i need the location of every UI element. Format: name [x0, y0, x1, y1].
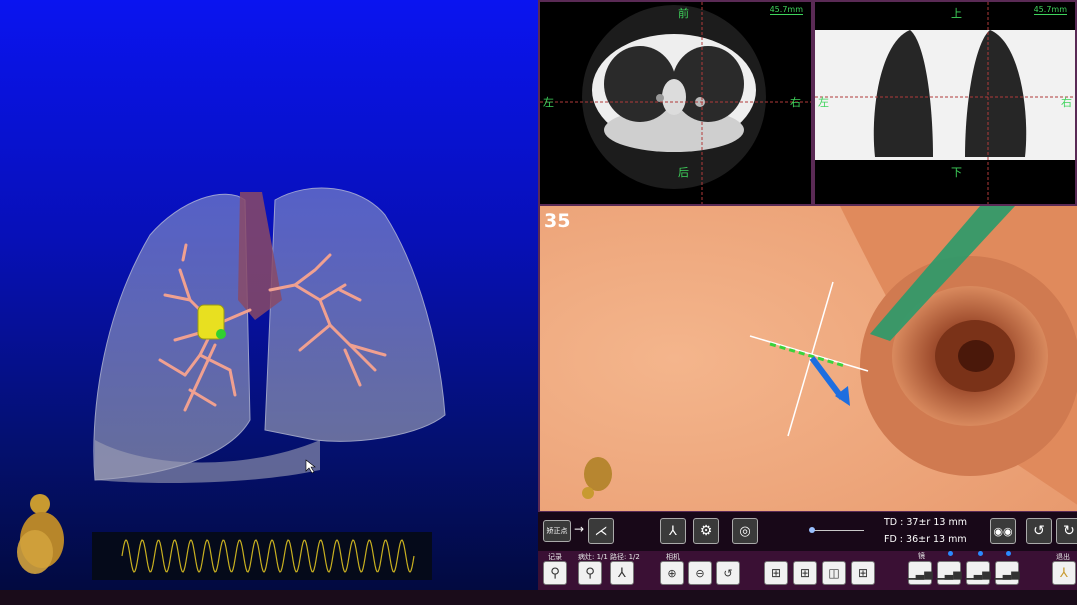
coronal-orient-left: 左: [818, 96, 829, 109]
td-measurement: TD : 37±r 13 mm: [884, 517, 967, 528]
rotate-ccw-icon: ↺: [1033, 523, 1045, 539]
function-toolbar: 记录 病灶: 1/1 路径: 1/2 ⚲ ⚲ ⅄ 相机 ⊕ ⊖ ↺ ⊞ ⊞ ◫ …: [538, 551, 1077, 590]
rotate-right-button[interactable]: ↻: [1056, 518, 1077, 544]
frame-number: 35: [544, 210, 571, 232]
scope-level-4-button[interactable]: ▁▃▅: [994, 561, 1020, 585]
layout-grid-icon: ⊞: [799, 566, 811, 580]
target-button[interactable]: ◎: [732, 518, 758, 544]
coronal-scale-label: 45.7mm: [1033, 5, 1067, 15]
map-pin-icon: ⚲: [550, 565, 560, 581]
body-orientation-icon[interactable]: [10, 492, 80, 586]
target-icon: ◎: [739, 523, 751, 539]
correct-point-button[interactable]: 矫正点: [543, 520, 571, 542]
bar-chart-icon: ▁▃▅: [936, 566, 962, 580]
path-button[interactable]: ⅄: [610, 561, 634, 585]
endoscopy-render: [540, 206, 1077, 511]
axial-scale-label: 45.7mm: [769, 5, 803, 15]
axial-orient-right: 右: [790, 96, 801, 109]
airway-tree-button[interactable]: ⋌: [588, 518, 614, 544]
axial-ct-image: [540, 2, 811, 204]
scope-level-3-button[interactable]: ▁▃▅: [965, 561, 991, 585]
virtual-endoscopy-view[interactable]: 35: [538, 206, 1077, 511]
respiration-waveform: [92, 532, 432, 580]
lung-volume-render: [93, 187, 446, 483]
scope-level-1-button[interactable]: ▁▃▅: [907, 561, 933, 585]
3d-lung-view[interactable]: [0, 0, 538, 590]
scope-indicator-2: [978, 551, 983, 556]
coronal-ct-image: [815, 2, 1075, 204]
camera-zoom-out-button[interactable]: ⊖: [688, 561, 712, 585]
scope-level-2-button[interactable]: ▁▃▅: [936, 561, 962, 585]
bar-chart-icon: ▁▃▅: [907, 566, 933, 580]
status-strip: [0, 590, 1077, 605]
app-window: 前 后 左 右 45.7mm 上 下 左 右 45.7mm 35 矫正点 → ⋌…: [0, 0, 1077, 605]
layout-quad-icon: ⊞: [770, 566, 782, 580]
camera-reset-button[interactable]: ↺: [716, 561, 740, 585]
axial-orient-left: 左: [543, 96, 554, 109]
coronal-orient-right: 右: [1061, 96, 1072, 109]
coronal-orient-inferior: 下: [951, 166, 962, 179]
path-branch-icon: ⅄: [618, 565, 626, 581]
zoom-out-icon: ⊖: [695, 566, 705, 580]
binocular-icon: ◉◉: [993, 524, 1013, 538]
lesion-pin-button[interactable]: ⚲: [578, 561, 602, 585]
reset-view-icon: ↺: [723, 566, 733, 580]
fd-measurement: FD : 36±r 13 mm: [884, 534, 967, 545]
axial-orient-posterior: 后: [678, 166, 689, 179]
record-point-button[interactable]: ⚲: [543, 561, 567, 585]
view-toggle-button[interactable]: ◉◉: [990, 518, 1016, 544]
layout-split-icon: ◫: [828, 566, 840, 580]
bar-chart-icon: ▁▃▅: [994, 566, 1020, 580]
camera-zoom-in-button[interactable]: ⊕: [660, 561, 684, 585]
layout-1-button[interactable]: ⊞: [764, 561, 788, 585]
exit-button[interactable]: ⅄: [1052, 561, 1076, 585]
scope-indicator-1: [948, 551, 953, 556]
coronal-ct-view[interactable]: 上 下 左 右 45.7mm: [813, 0, 1077, 206]
layout-3-button[interactable]: ◫: [822, 561, 846, 585]
speed-slider[interactable]: [810, 530, 864, 531]
settings-button[interactable]: ⚙: [693, 518, 719, 544]
arrow-right-icon: →: [574, 522, 585, 536]
branch-view-button[interactable]: ⅄: [660, 518, 686, 544]
bar-chart-icon: ▁▃▅: [965, 566, 991, 580]
location-pin-icon: ⚲: [585, 565, 595, 581]
person-exit-icon: ⅄: [1060, 565, 1068, 581]
correct-point-label: 矫正点: [546, 527, 568, 535]
scope-group-label: 镜: [918, 552, 925, 560]
airway-tree-icon: ⋌: [594, 523, 608, 539]
layout-panel-icon: ⊞: [857, 566, 869, 580]
branch-icon: ⅄: [669, 523, 677, 539]
gear-icon: ⚙: [699, 523, 713, 539]
rotate-cw-icon: ↻: [1063, 523, 1075, 539]
layout-4-button[interactable]: ⊞: [851, 561, 875, 585]
zoom-in-icon: ⊕: [667, 566, 677, 580]
axial-orient-anterior: 前: [678, 7, 689, 20]
speed-slider-handle[interactable]: [809, 527, 815, 533]
rotate-left-button[interactable]: ↺: [1026, 518, 1052, 544]
layout-2-button[interactable]: ⊞: [793, 561, 817, 585]
coronal-orient-superior: 上: [951, 7, 962, 20]
axial-ct-view[interactable]: 前 后 左 右 45.7mm: [538, 0, 813, 206]
scope-indicator-3: [1006, 551, 1011, 556]
navigation-toolbar: 矫正点 → ⋌ ⅄ ⚙ ◎ TD : 37±r 13 mm FD : 36±r …: [538, 511, 1077, 551]
